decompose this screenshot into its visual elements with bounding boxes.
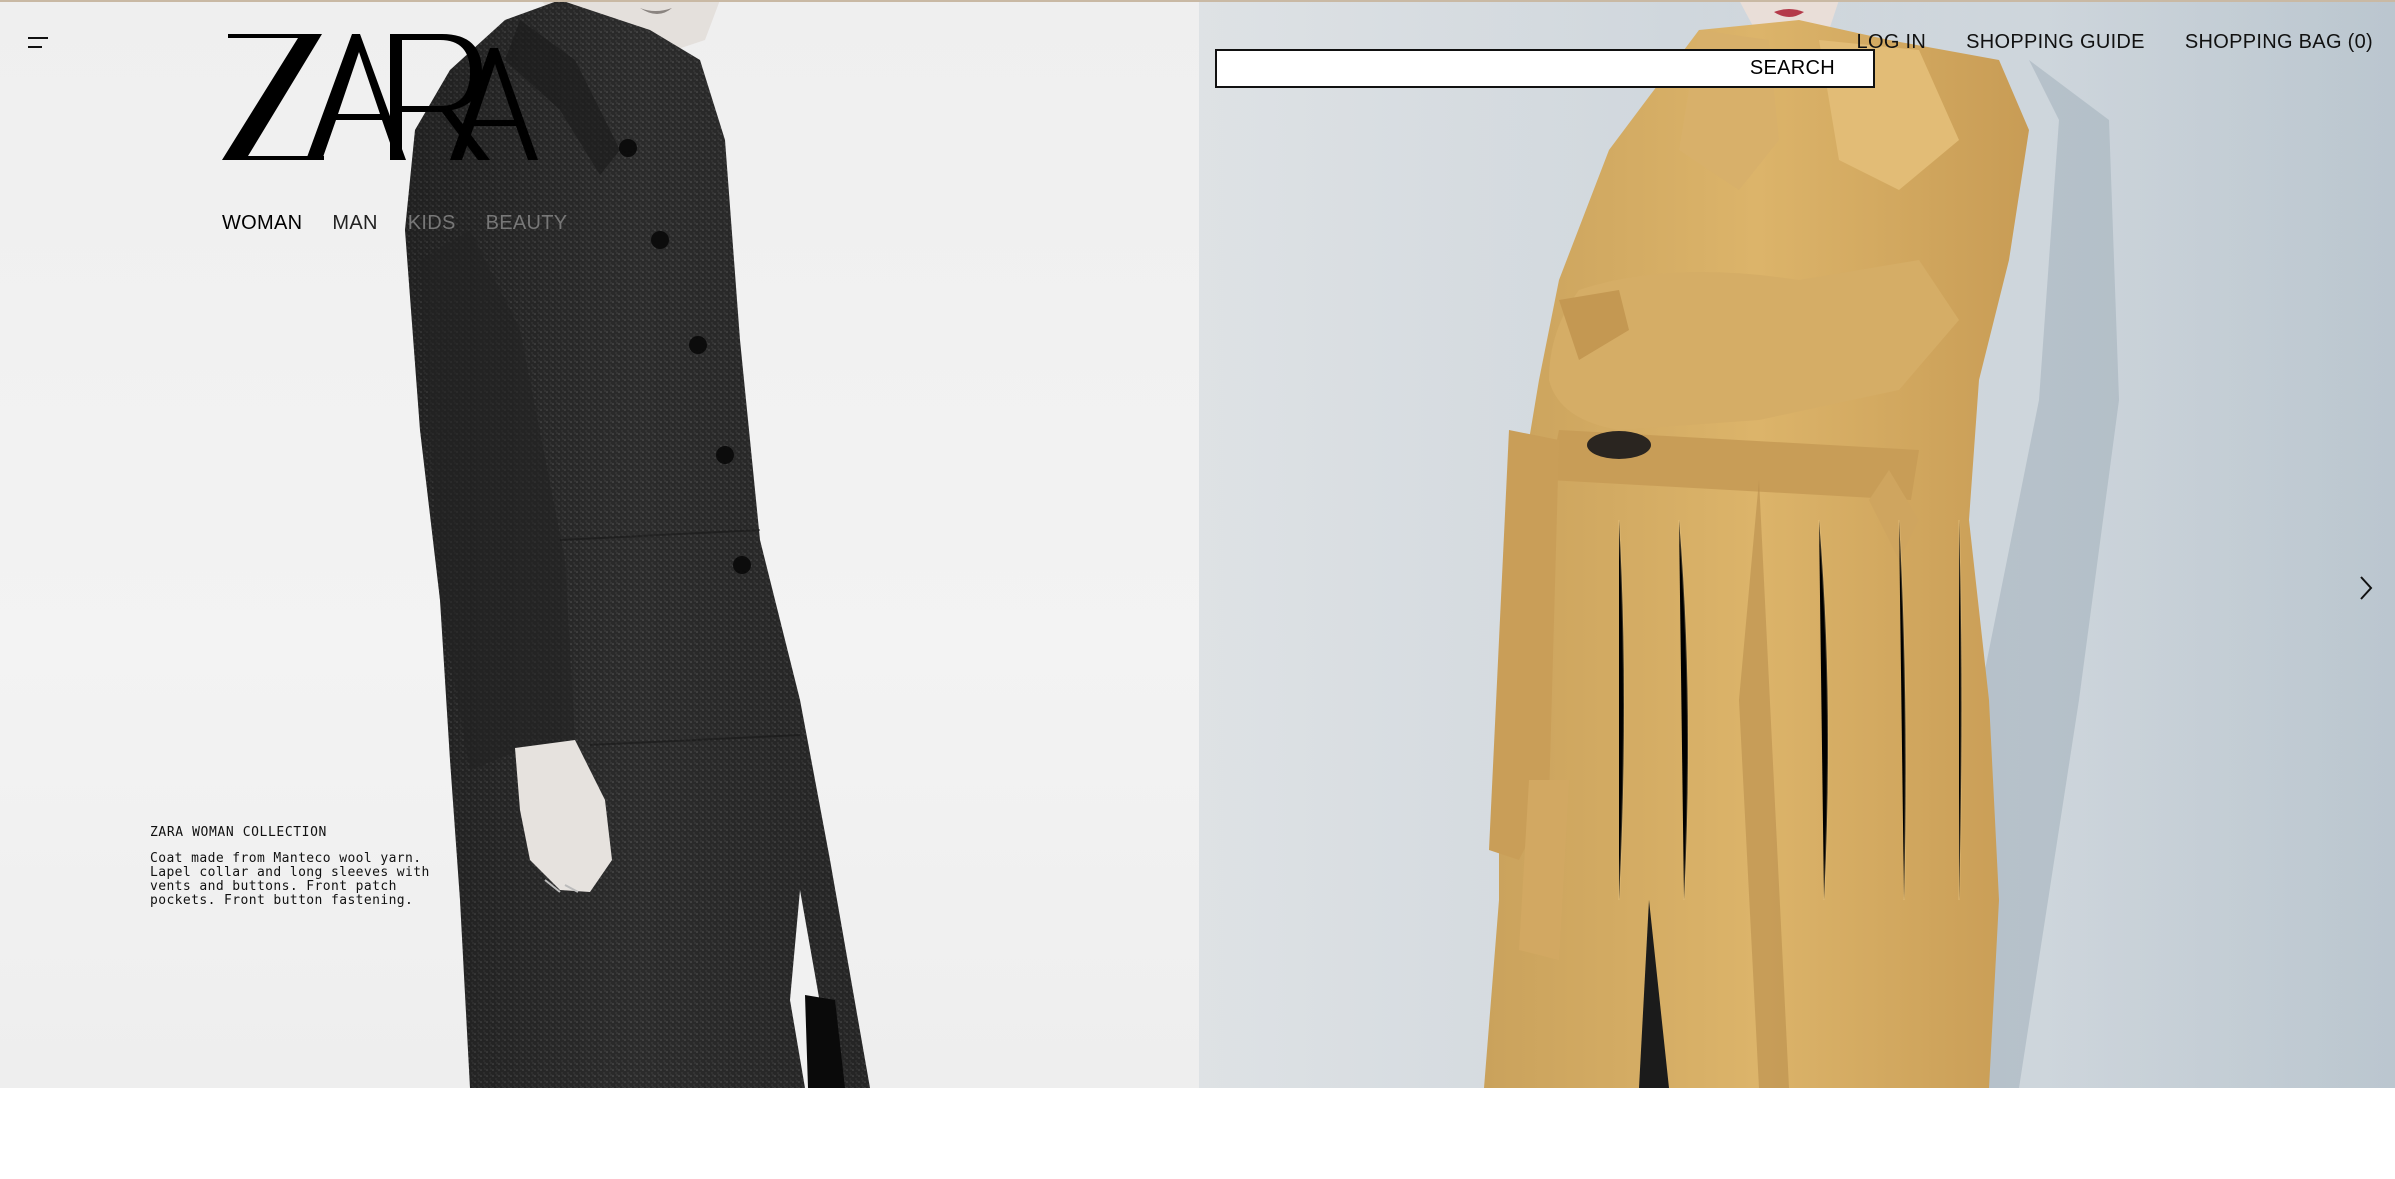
top-accent-line: [0, 0, 2395, 2]
shopping-bag-link[interactable]: SHOPPING BAG (0): [2185, 31, 2373, 54]
nav-item-woman[interactable]: WOMAN: [222, 212, 302, 235]
menu-line: [28, 37, 48, 39]
zara-homepage: WOMAN MAN KIDS BEAUTY SEARCH LOG IN SHOP…: [0, 0, 2395, 1179]
nav-item-kids[interactable]: KIDS: [408, 212, 456, 235]
hero-slider: [0, 0, 2395, 1088]
zara-logo-mark: [222, 34, 538, 160]
login-link[interactable]: LOG IN: [1857, 31, 1927, 54]
hero-image-left[interactable]: [0, 0, 1199, 1088]
search-label: SEARCH: [1749, 57, 1835, 79]
chevron-right-glyph: [2360, 576, 2373, 600]
nav-item-man[interactable]: MAN: [332, 212, 377, 235]
search-input[interactable]: SEARCH: [1215, 49, 1875, 88]
dark-coat-illustration: [405, 0, 870, 1088]
hamburger-menu-icon[interactable]: [26, 34, 50, 56]
menu-line: [28, 46, 42, 48]
nav-item-beauty[interactable]: BEAUTY: [486, 212, 568, 235]
camel-coat-illustration: [1199, 0, 2395, 1088]
page-bottom-strip: [0, 1088, 2395, 1179]
caption-description: Coat made from Manteco wool yarn. Lapel …: [150, 851, 430, 908]
shopping-guide-link[interactable]: SHOPPING GUIDE: [1966, 31, 2145, 54]
header-links: LOG IN SHOPPING GUIDE SHOPPING BAG (0): [1857, 31, 2373, 54]
caption-title: ZARA WOMAN COLLECTION: [150, 825, 327, 840]
hero-caption: ZARA WOMAN COLLECTION Coat made from Man…: [150, 825, 470, 908]
main-nav: WOMAN MAN KIDS BEAUTY: [222, 212, 567, 235]
zara-logo[interactable]: [220, 28, 540, 163]
chevron-right-icon[interactable]: [2356, 574, 2376, 602]
hero-image-right[interactable]: [1199, 0, 2395, 1088]
